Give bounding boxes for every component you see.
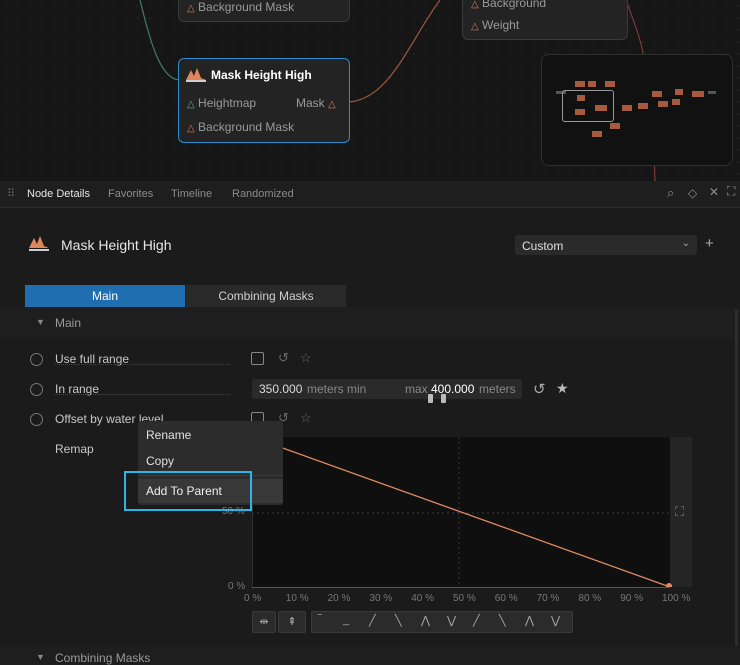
- graph-minimap[interactable]: [541, 54, 733, 166]
- curve-svg[interactable]: [252, 437, 692, 587]
- x-tick-label: 90 %: [620, 593, 643, 604]
- preset-bottom-icon[interactable]: _: [343, 614, 349, 626]
- x-tick-label: 100 %: [662, 593, 691, 604]
- x-tick-label: 30 %: [369, 593, 393, 604]
- curve-preset-bar: ‾ _ ╱ ╲ ⋀ ⋁ ╱ ╲ ⋀ ⋁: [311, 611, 573, 633]
- add-preset-button[interactable]: +: [705, 235, 714, 252]
- collapse-triangle-icon: ▼: [36, 317, 45, 327]
- use-full-range-checkbox[interactable]: [251, 352, 264, 365]
- preset-soft-peak-icon[interactable]: ⋀: [525, 614, 534, 627]
- x-tick-label: 10 %: [285, 593, 309, 604]
- node-graph[interactable]: △ Background Mask △ Background △ Weight …: [0, 0, 740, 181]
- preset-linear-down-icon[interactable]: ╲: [395, 614, 402, 627]
- search-icon[interactable]: ⌕: [667, 185, 674, 201]
- segment-main[interactable]: Main: [25, 285, 185, 307]
- preset-soft-valley-icon[interactable]: ⋁: [551, 614, 560, 627]
- section-combining-masks-header[interactable]: ▼ Combining Masks: [0, 645, 740, 665]
- range-min-unit: meters min: [307, 382, 367, 396]
- preset-valley-icon[interactable]: ⋁: [447, 614, 456, 627]
- background-port[interactable]: △ Background: [471, 0, 546, 10]
- tab-favorites[interactable]: Favorites: [108, 188, 153, 200]
- chevron-down-icon: ⌄: [681, 238, 690, 249]
- upstream-node[interactable]: △ Background Mask: [178, 0, 350, 22]
- remap-curve-line[interactable]: [252, 437, 671, 587]
- drag-handle-icon[interactable]: ⠿: [7, 187, 15, 200]
- range-max-label: max: [405, 382, 428, 396]
- reset-range-icon[interactable]: ↺: [533, 380, 546, 398]
- preset-ease-down-icon[interactable]: ╲: [499, 614, 506, 627]
- remap-curve-editor[interactable]: ⛶: [252, 437, 692, 587]
- context-rename[interactable]: Rename: [146, 428, 191, 442]
- preset-ease-up-icon[interactable]: ╱: [473, 614, 480, 627]
- preset-top-icon[interactable]: ‾: [318, 614, 322, 626]
- range-max-value[interactable]: 400.000: [431, 382, 474, 396]
- range-min-value[interactable]: 350.000: [259, 382, 302, 396]
- section-title: Main: [55, 316, 82, 330]
- in-range-radio[interactable]: [30, 383, 43, 396]
- mask-height-icon: [186, 68, 206, 82]
- tab-randomized[interactable]: Randomized: [232, 188, 294, 200]
- preset-peak-icon[interactable]: ⋀: [421, 614, 430, 627]
- remap-label: Remap: [55, 442, 94, 456]
- x-tick-label: 70 %: [536, 593, 560, 604]
- x-tick-label: 40 %: [411, 593, 434, 604]
- close-icon[interactable]: ✕: [709, 185, 719, 199]
- use-full-range-radio[interactable]: [30, 353, 43, 366]
- offset-water-radio[interactable]: [30, 413, 43, 426]
- flip-horizontal-button[interactable]: ⇹: [252, 611, 276, 633]
- preset-dropdown[interactable]: Custom ⌄: [515, 235, 697, 255]
- node-details-title: Mask Height High: [61, 237, 172, 253]
- x-tick-label: 60 %: [494, 593, 518, 604]
- background-mask-port[interactable]: △ Background Mask: [187, 0, 294, 14]
- flip-vertical-button[interactable]: ⇞: [278, 611, 306, 633]
- context-copy[interactable]: Copy: [146, 454, 174, 468]
- diamond-icon[interactable]: ◇: [688, 186, 697, 200]
- range-handle-left[interactable]: [428, 394, 433, 403]
- bottom-section-title: Combining Masks: [55, 651, 151, 665]
- background-mask-port-2[interactable]: △ Background Mask: [187, 120, 294, 134]
- mask-port[interactable]: Mask △: [296, 96, 336, 110]
- star-filled-icon[interactable]: ★: [556, 380, 569, 397]
- y-tick-0: 0 %: [228, 581, 246, 592]
- highlight-box: [124, 471, 252, 511]
- star-icon[interactable]: ☆: [300, 350, 312, 366]
- panel-tab-bar: ⠿ Node Details Favorites Timeline Random…: [0, 181, 740, 208]
- segment-combining-masks[interactable]: Combining Masks: [186, 285, 346, 307]
- heightmap-port[interactable]: △ Heightmap: [187, 96, 256, 110]
- selected-node-mask-height-high[interactable]: Mask Height High △ Heightmap Mask △ △ Ba…: [178, 58, 350, 143]
- weight-port[interactable]: △ Weight: [471, 18, 519, 32]
- collapse-triangle-icon-2: ▼: [36, 652, 45, 662]
- x-tick-label: 50 %: [453, 593, 476, 604]
- in-range-slider[interactable]: 350.000 meters min max 400.000 meters: [252, 379, 522, 403]
- range-handle-right[interactable]: [441, 394, 446, 403]
- range-max-unit: meters: [479, 382, 516, 396]
- mask-height-header-icon: [29, 236, 49, 251]
- expand-icon[interactable]: ⛶: [727, 184, 735, 199]
- node-title: Mask Height High: [211, 68, 312, 82]
- x-tick-label: 80 %: [578, 593, 602, 604]
- minimap-viewport[interactable]: [562, 90, 614, 122]
- section-main-header[interactable]: ▼ Main: [0, 307, 740, 339]
- fit-view-icon[interactable]: ⛶: [675, 504, 684, 520]
- reset-icon[interactable]: ↺: [278, 350, 289, 366]
- blend-node[interactable]: △ Background △ Weight: [462, 0, 628, 40]
- preset-linear-up-icon[interactable]: ╱: [369, 614, 376, 627]
- scrollbar[interactable]: [735, 310, 738, 660]
- tab-timeline[interactable]: Timeline: [171, 188, 212, 200]
- x-tick-label: 20 %: [327, 593, 351, 604]
- star-icon-2[interactable]: ☆: [300, 410, 312, 426]
- preset-value: Custom: [522, 239, 564, 253]
- tab-node-details[interactable]: Node Details: [27, 188, 90, 200]
- x-tick-label: 0 %: [244, 593, 262, 604]
